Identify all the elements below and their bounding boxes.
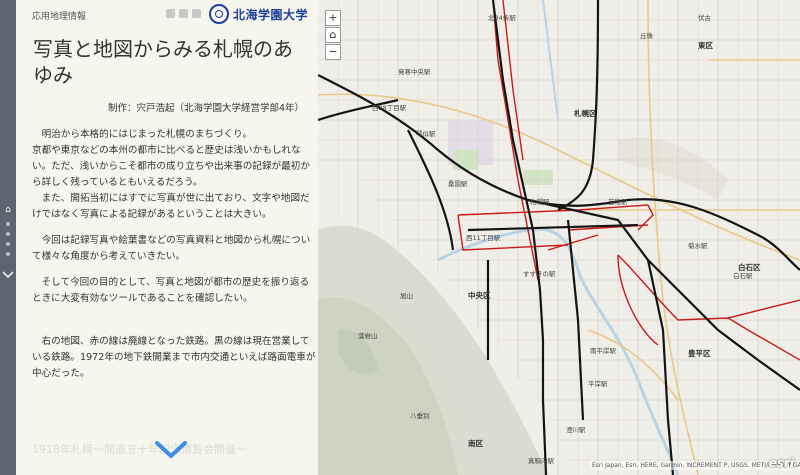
- map-label-ward: 東区: [698, 41, 713, 50]
- story-paragraph: 右の地図、赤の線は廃線となった鉄路。黒の線は現在営業している鉄路。1972年の地…: [32, 336, 316, 379]
- story-title: 写真と地図からみる札幌のあゆみ: [33, 37, 293, 87]
- map-zoom-controls: + ⌂ −: [325, 10, 341, 61]
- map-label-station: 真駒内駅: [528, 457, 554, 465]
- story-nav-rail: ⌂: [0, 0, 16, 475]
- map-label-ward: 白石区: [738, 263, 761, 272]
- story-paragraph: そして今回の目的として、写真と地図が都市の歴史を振り返るときに大変有効なツールで…: [32, 277, 310, 304]
- map-label-place: 八垂別: [410, 412, 430, 420]
- map-label-place: 丘珠: [640, 32, 653, 40]
- section-dot[interactable]: [6, 242, 10, 246]
- university-seal-icon: [209, 4, 229, 24]
- section-dot[interactable]: [6, 232, 10, 236]
- map-view[interactable]: 北24条駅 発寒中央駅 西28丁目駅 琴似駅 桑園駅 札幌駅 苗穂駅 西11丁目…: [318, 0, 800, 475]
- header-bar: 応用地理情報 北海学園大学: [16, 0, 318, 28]
- map-label-station: 北24条駅: [488, 14, 516, 22]
- logo-text: 北海学園大学: [233, 7, 309, 22]
- twitter-icon[interactable]: [179, 9, 188, 18]
- app-title: 応用地理情報: [32, 12, 87, 22]
- map-label-ward: 中央区: [468, 291, 491, 300]
- map-label-station: すすきの駅: [523, 270, 556, 278]
- basemap: [318, 0, 800, 475]
- map-label-place: 旭山: [400, 292, 413, 300]
- story-panel: 応用地理情報 北海学園大学 写真と地図からみる札幌のあゆみ 制作：宍戸浩起（北海…: [16, 0, 318, 475]
- map-label-ward: 札幌区: [574, 109, 597, 118]
- map-label-station: 発寒中央駅: [398, 68, 431, 76]
- facebook-icon[interactable]: [166, 9, 175, 18]
- map-label-station: 澄川駅: [566, 426, 586, 434]
- scroll-down-chevron-icon[interactable]: [153, 440, 189, 460]
- map-label-station: 平岸駅: [588, 380, 608, 388]
- map-label-station: 札幌駅: [530, 198, 550, 206]
- home-extent-button[interactable]: ⌂: [325, 27, 341, 43]
- story-paragraph: 明治から本格的にはじまった札幌のまちづくり。 京都や東京などの本州の都市に比べる…: [32, 129, 310, 220]
- map-label-ward: 豊平区: [688, 349, 711, 358]
- zoom-out-button[interactable]: −: [325, 44, 341, 60]
- section-dot[interactable]: [6, 222, 10, 226]
- map-label-station: 西28丁目駅: [372, 104, 407, 112]
- map-label-place: 藻岩山: [358, 332, 378, 340]
- link-icon[interactable]: [192, 9, 201, 18]
- esri-logo[interactable]: esri: [769, 456, 794, 470]
- map-label-station: 菊水駅: [688, 242, 708, 250]
- map-label-station: 桑園駅: [448, 180, 468, 188]
- next-section-title[interactable]: 1918年札幌～開道五十年記念博覧会開催～: [32, 441, 247, 457]
- map-label-station: 西11丁目駅: [466, 234, 501, 242]
- author-byline: 制作：宍戸浩起（北海学園大学経営学部4年）: [107, 103, 304, 114]
- chevron-down-icon[interactable]: [2, 270, 14, 280]
- university-logo: 北海学園大学: [209, 4, 308, 24]
- map-label-station: 苗穂駅: [608, 198, 628, 206]
- map-label-station: 琴似駅: [416, 130, 436, 138]
- home-icon[interactable]: ⌂: [3, 205, 13, 215]
- social-share: [166, 9, 201, 18]
- section-dot[interactable]: [6, 252, 10, 256]
- map-label-place: 伏古: [698, 14, 711, 22]
- map-label-station: 南平岸駅: [590, 347, 616, 355]
- map-label-ward: 南区: [468, 439, 483, 448]
- story-paragraph: 今回は記録写真や絵葉書などの写真資料と地図から札幌について様々な角度から考えてい…: [32, 235, 311, 262]
- zoom-in-button[interactable]: +: [325, 10, 341, 26]
